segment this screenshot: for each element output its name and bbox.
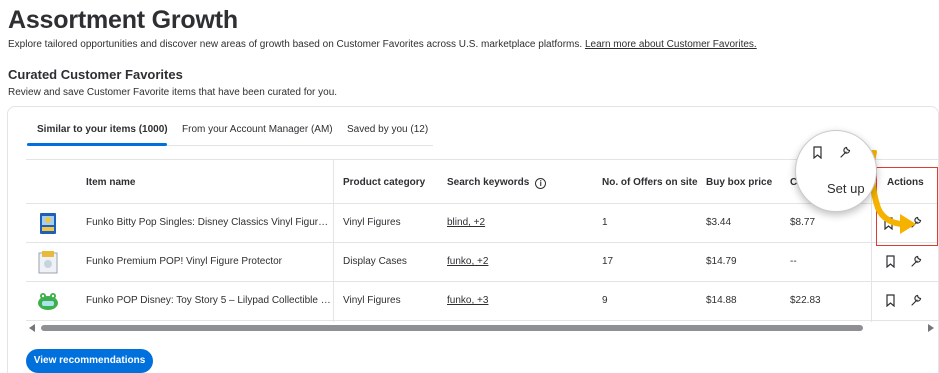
clear-case-thumbnail bbox=[38, 251, 58, 274]
item-name: Funko POP Disney: Toy Story 5 – Lilypad … bbox=[86, 295, 332, 306]
setup-callout[interactable]: Set up bbox=[795, 130, 877, 212]
buy-box-price: $14.79 bbox=[706, 256, 737, 267]
page-title: Assortment Growth bbox=[8, 6, 238, 34]
section-subtitle: Review and save Customer Favorite items … bbox=[8, 87, 338, 98]
bookmark-icon[interactable] bbox=[886, 255, 895, 268]
wrench-icon[interactable] bbox=[910, 255, 922, 267]
wrench-icon[interactable] bbox=[910, 294, 922, 306]
search-keywords-link[interactable]: blind, +2 bbox=[447, 217, 485, 228]
table-row[interactable]: Funko Premium POP! Vinyl Figure Protecto… bbox=[26, 243, 938, 282]
page-subtitle: Explore tailored opportunities and disco… bbox=[8, 39, 757, 50]
product-category: Vinyl Figures bbox=[343, 295, 401, 306]
competitor-price: $8.77 bbox=[790, 217, 816, 228]
offers-count: 1 bbox=[602, 217, 608, 228]
table-row[interactable]: Funko Bitty Pop Singles: Disney Classics… bbox=[26, 204, 938, 243]
blue-box-thumbnail bbox=[40, 213, 56, 234]
offers-count: 17 bbox=[602, 256, 614, 267]
scroll-left-arrow[interactable] bbox=[29, 324, 35, 332]
tab-bar: Similar to your items (1000) From your A… bbox=[27, 116, 433, 146]
green-frog-thumbnail bbox=[38, 293, 58, 310]
scroll-right-arrow[interactable] bbox=[928, 324, 934, 332]
tab-saved-by-you[interactable]: Saved by you (12) bbox=[347, 124, 428, 135]
offers-count: 9 bbox=[602, 295, 608, 306]
search-keywords-label: Search keywords bbox=[447, 177, 530, 188]
product-category: Vinyl Figures bbox=[343, 217, 401, 228]
buy-box-price: $14.88 bbox=[706, 295, 737, 306]
product-category: Display Cases bbox=[343, 256, 407, 267]
page-subtitle-text: Explore tailored opportunities and disco… bbox=[8, 39, 583, 50]
setup-tooltip-label: Set up bbox=[827, 181, 865, 196]
competitor-price: $22.83 bbox=[790, 295, 821, 306]
item-name: Funko Premium POP! Vinyl Figure Protecto… bbox=[86, 256, 282, 267]
column-header-item-name[interactable]: Item name bbox=[86, 177, 135, 188]
tab-account-manager[interactable]: From your Account Manager (AM) bbox=[182, 124, 333, 135]
column-header-product-category[interactable]: Product category bbox=[343, 177, 425, 188]
competitor-price: -- bbox=[790, 256, 797, 267]
buy-box-price: $3.44 bbox=[706, 217, 732, 228]
column-header-offers[interactable]: No. of Offers on site bbox=[602, 177, 698, 188]
column-header-search-keywords[interactable]: Search keywords i bbox=[447, 177, 547, 189]
bookmark-icon[interactable] bbox=[886, 294, 895, 307]
view-recommendations-button[interactable]: View recommendations bbox=[26, 349, 153, 373]
section-title: Curated Customer Favorites bbox=[8, 67, 183, 82]
item-name: Funko Bitty Pop Singles: Disney Classics… bbox=[86, 217, 332, 228]
tab-similar-items[interactable]: Similar to your items (1000) bbox=[37, 124, 168, 135]
active-tab-indicator bbox=[27, 143, 167, 146]
search-keywords-link[interactable]: funko, +2 bbox=[447, 256, 488, 267]
horizontal-scrollbar[interactable] bbox=[26, 323, 938, 333]
learn-more-link[interactable]: Learn more about Customer Favorites. bbox=[585, 39, 757, 50]
info-icon[interactable]: i bbox=[535, 178, 547, 189]
table-row[interactable]: Funko POP Disney: Toy Story 5 – Lilypad … bbox=[26, 282, 938, 321]
search-keywords-link[interactable]: funko, +3 bbox=[447, 295, 488, 306]
column-header-buy-box-price[interactable]: Buy box price bbox=[706, 177, 772, 188]
scroll-thumb[interactable] bbox=[41, 325, 863, 331]
wrench-icon bbox=[840, 146, 851, 158]
bookmark-icon bbox=[813, 146, 822, 159]
